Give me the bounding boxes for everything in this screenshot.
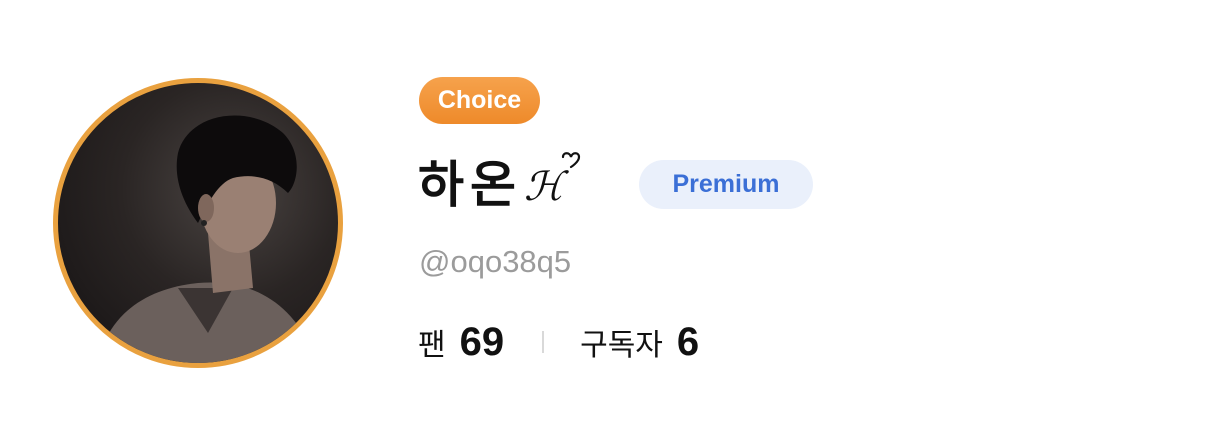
profile-handle: @oqo38q5 [419, 244, 572, 279]
fans-count[interactable]: 69 [460, 320, 505, 365]
fans-label: 팬 [418, 328, 446, 363]
profile-stats: 팬 69 구독자 6 [418, 316, 699, 368]
name-decoration: ℋ [524, 164, 564, 210]
premium-badge[interactable]: Premium [639, 160, 813, 209]
subscribers-count[interactable]: 6 [677, 320, 699, 365]
heart-icon [560, 151, 582, 176]
profile-name: 하온 ℋ [418, 146, 582, 216]
profile-avatar[interactable] [53, 78, 343, 368]
choice-badge: Choice [419, 77, 540, 124]
avatar-photo [98, 115, 318, 363]
stats-divider [542, 331, 545, 353]
subscribers-label: 구독자 [580, 328, 663, 363]
profile-name-text: 하온 [418, 156, 522, 214]
